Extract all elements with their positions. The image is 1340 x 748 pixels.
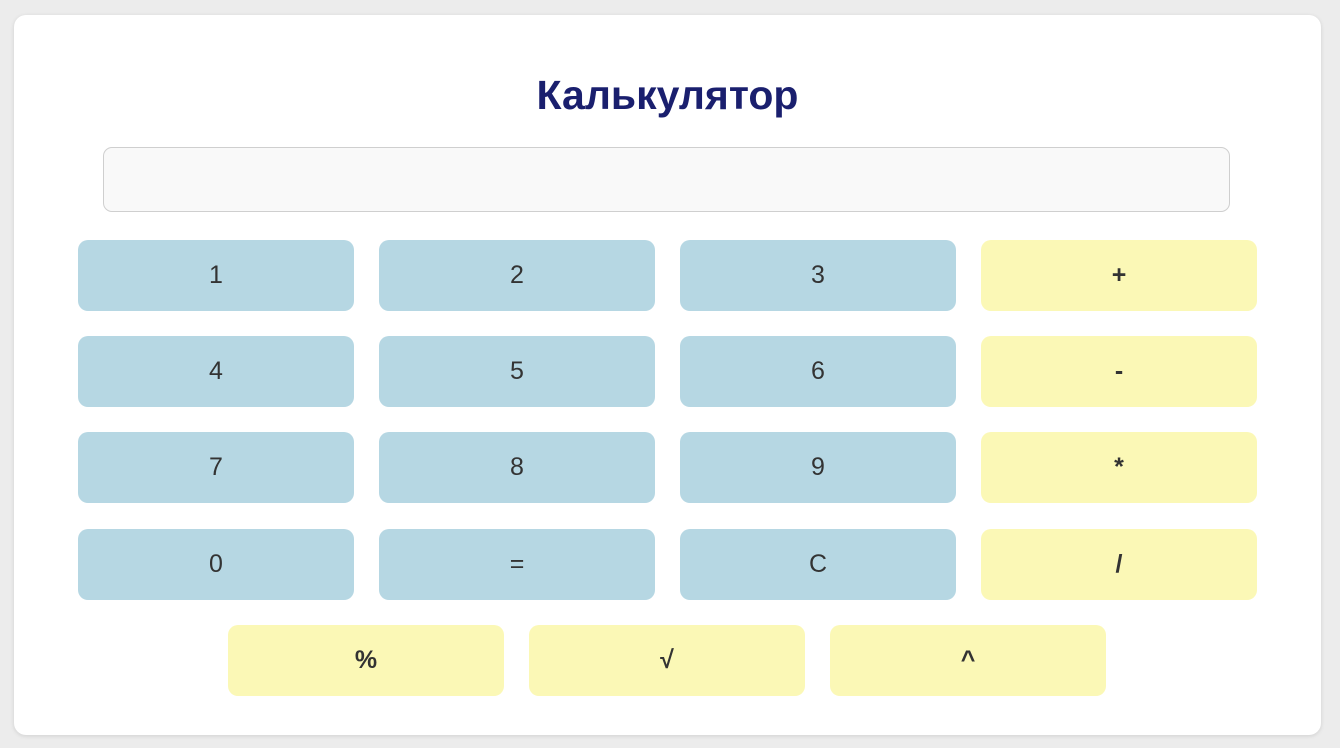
clear-button[interactable]: C [680,529,956,600]
key-3-button[interactable]: 3 [680,240,956,311]
multiply-button[interactable]: * [981,432,1257,503]
key-1-button[interactable]: 1 [78,240,354,311]
key-9-button[interactable]: 9 [680,432,956,503]
key-5-button[interactable]: 5 [379,336,655,407]
square-root-button[interactable]: √ [529,625,805,696]
power-button[interactable]: ^ [830,625,1106,696]
calculator-card: Калькулятор 1 2 3 + 4 5 6 - 7 8 9 * 0 = … [14,15,1321,735]
key-6-button[interactable]: 6 [680,336,956,407]
calculator-display-input[interactable] [103,147,1230,212]
divide-button[interactable]: / [981,529,1257,600]
page-title: Калькулятор [536,72,799,118]
percent-button[interactable]: % [228,625,504,696]
key-2-button[interactable]: 2 [379,240,655,311]
subtract-button[interactable]: - [981,336,1257,407]
equals-button[interactable]: = [379,529,655,600]
key-4-button[interactable]: 4 [78,336,354,407]
key-0-button[interactable]: 0 [78,529,354,600]
key-8-button[interactable]: 8 [379,432,655,503]
key-7-button[interactable]: 7 [78,432,354,503]
add-button[interactable]: + [981,240,1257,311]
